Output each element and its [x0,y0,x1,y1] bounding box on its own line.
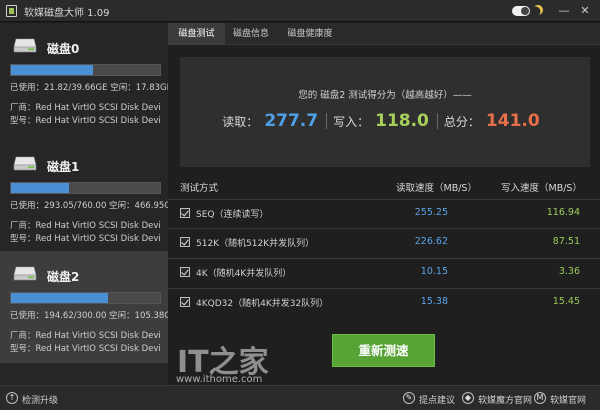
read-score-value: 277.7 [264,111,319,131]
score-panel: 您的 磁盘2 测试得分为（越高越好）—— 读取： 277.7 写入： 118.0 总分：… [180,57,590,167]
tab-disk-health[interactable]: 磁盘健康度 [277,23,343,45]
read-speed: 226.62 [414,236,448,247]
usage-bar-fill [11,65,94,75]
read-speed: 15.38 [420,296,448,307]
tab-bar: 磁盘测试 磁盘信息 磁盘健康度 [168,23,600,45]
official-site-link[interactable]: 软媒官网 [550,393,586,406]
main-panel: 磁盘测试 磁盘信息 磁盘健康度 您的 磁盘2 测试得分为（越高越好）—— 读取：… [168,23,600,385]
magic-cube-link[interactable]: 软媒魔方官网 [478,393,532,406]
disk-name: 磁盘2 [47,270,80,284]
feedback-link[interactable]: 提点建议 [419,393,455,406]
model-text: 型号：Red Hat VirtIO SCSI Disk Devi [10,234,161,244]
test-checkbox[interactable] [180,267,190,277]
app-icon [6,5,17,17]
hard-disk-icon [13,156,37,171]
retest-button[interactable]: 重新测速 [332,334,435,367]
usage-text: 已使用：194.62/300.00 空闲：105.38GE [10,311,168,321]
read-speed: 255.25 [414,207,448,218]
total-score-value: 141.0 [485,111,540,131]
total-score-label: 总分： [443,114,480,129]
test-checkbox[interactable] [180,237,190,247]
vendor-text: 厂商：Red Hat VirtIO SCSI Disk Devi [10,103,161,113]
test-name: SEQ（连续读写） [196,210,269,220]
read-speed-header: 读取速度（MB/S） [396,183,477,194]
result-row: SEQ（连续读写） 255.25 116.94 [168,199,600,226]
test-checkbox[interactable] [180,208,190,218]
score-row: 读取： 277.7 写入： 118.0 总分： 141.0 [180,111,590,131]
test-name: 4KQD32（随机4K并发32队列） [196,299,329,309]
vendor-text: 厂商：Red Hat VirtIO SCSI Disk Devi [10,221,161,231]
result-row: 4KQD32（随机4K并发32队列） 15.38 15.45 [168,288,600,315]
test-name: 4K（随机4K并发队列） [196,269,292,279]
disk-item-2[interactable]: 磁盘2 已使用：194.62/300.00 空闲：105.38GE 厂商：Red… [0,251,168,363]
magic-cube-icon: ◆ [462,392,474,404]
result-row: 4K（随机4K并发队列） 10.15 3.36 [168,258,600,285]
status-bar: ↑ 检测升级 ✎ 提点建议 ◆ 软媒魔方官网 M 软媒官网 [0,385,600,410]
results-header: 测试方式 读取速度（MB/S） 写入速度（MB/S） [168,175,600,199]
method-header: 测试方式 [180,183,219,194]
disk-item-1[interactable]: 磁盘1 已使用：293.05/760.00 空闲：466.95GE 厂商：Red… [0,141,168,253]
minimize-button[interactable]: — [557,4,571,18]
disk-item-0[interactable]: 磁盘0 已使用：21.82/39.66GE 空闲：17.83GB 厂商：Red … [0,23,168,135]
test-name: 512K（随机512K并发队列） [196,239,315,249]
test-checkbox[interactable] [180,297,190,307]
write-speed-header: 写入速度（MB/S） [501,183,582,194]
app-title: 软媒磁盘大师 1.09 [24,8,110,19]
hard-disk-icon [13,38,37,53]
write-speed: 116.94 [546,207,580,218]
tab-disk-info[interactable]: 磁盘信息 [225,23,277,45]
disk-sidebar: 磁盘0 已使用：21.82/39.66GE 空闲：17.83GB 厂商：Red … [0,23,168,385]
title-bar: 软媒磁盘大师 1.09 — ✕ [0,0,600,22]
model-text: 型号：Red Hat VirtIO SCSI Disk Devi [10,344,161,354]
usage-bar-fill [11,183,69,193]
theme-toggle[interactable] [512,6,530,16]
disk-name: 磁盘0 [47,42,80,56]
usage-bar-fill [11,293,108,303]
usage-bar [10,182,161,194]
read-score-label: 读取： [222,114,259,129]
feedback-icon: ✎ [403,392,415,404]
score-divider [326,113,328,129]
update-icon: ↑ [6,392,18,404]
write-score-value: 118.0 [375,111,429,131]
usage-bar [10,292,161,304]
read-speed: 10.15 [420,266,448,277]
result-row: 512K（随机512K并发队列） 226.62 87.51 [168,228,600,255]
vendor-text: 厂商：Red Hat VirtIO SCSI Disk Devi [10,331,161,341]
close-button[interactable]: ✕ [578,4,592,18]
model-text: 型号：Red Hat VirtIO SCSI Disk Devi [10,116,161,126]
score-divider [436,113,438,129]
check-update-link[interactable]: 检测升级 [22,393,58,406]
write-speed: 3.36 [558,266,580,277]
hard-disk-icon [13,266,37,281]
usage-bar [10,64,161,76]
write-speed: 87.51 [552,236,580,247]
write-score-label: 写入： [333,114,370,129]
moon-icon[interactable] [531,3,545,17]
usage-text: 已使用：293.05/760.00 空闲：466.95GE [10,201,168,211]
tab-disk-test[interactable]: 磁盘测试 [168,23,225,45]
usage-text: 已使用：21.82/39.66GE 空闲：17.83GB [10,83,168,93]
watermark-url: www.ithome.com [176,374,263,385]
write-speed: 15.45 [552,296,580,307]
official-site-icon: M [534,392,546,404]
disk-name: 磁盘1 [47,160,80,174]
score-caption: 您的 磁盘2 测试得分为（越高越好）—— [298,90,472,101]
